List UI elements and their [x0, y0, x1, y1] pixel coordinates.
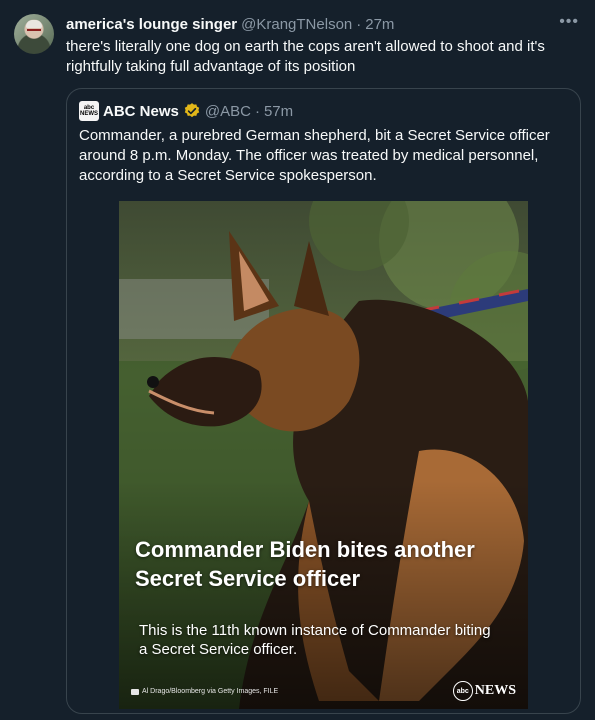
tweet-timestamp[interactable]: 27m: [365, 16, 394, 33]
user-handle[interactable]: @KrangTNelson: [241, 16, 352, 33]
quoted-tweet-header: abc NEWS ABC News @ABC · 57m: [79, 101, 293, 121]
abc-avatar-text-bottom: NEWS: [80, 111, 98, 117]
camera-icon: [131, 688, 139, 695]
tweet[interactable]: america's lounge singer @KrangTNelson · …: [0, 0, 595, 720]
avatar-hair: [26, 20, 42, 28]
abc-logo-text: NEWS: [474, 683, 516, 698]
photo-credit: Al Drago/Bloomberg via Getty Images, FIL…: [131, 688, 278, 695]
separator-dot: ·: [356, 15, 362, 33]
quoted-user-handle[interactable]: @ABC: [205, 103, 251, 120]
tweet-header: america's lounge singer @KrangTNelson · …: [66, 14, 394, 34]
avatar-glasses: [27, 29, 41, 33]
abc-logo-mark: abc: [452, 681, 473, 701]
more-horizontal-icon[interactable]: •••: [559, 14, 579, 30]
abc-news-avatar[interactable]: abc NEWS: [79, 101, 99, 121]
user-avatar[interactable]: [14, 14, 54, 54]
media-image[interactable]: Commander Biden bites another Secret Ser…: [119, 201, 528, 709]
display-name[interactable]: america's lounge singer: [66, 16, 237, 33]
quoted-timestamp[interactable]: 57m: [264, 103, 293, 120]
quoted-tweet-text: Commander, a purebred German shepherd, b…: [79, 127, 550, 184]
photo-credit-text: Al Drago/Bloomberg via Getty Images, FIL…: [142, 688, 279, 695]
image-subhead: This is the 11th known instance of Comma…: [139, 622, 491, 658]
image-headline: Commander Biden bites another Secret Ser…: [135, 537, 475, 591]
abc-news-logo: abc NEWS: [452, 681, 516, 701]
tweet-text: there's literally one dog on earth the c…: [66, 38, 545, 75]
gold-verified-badge-icon: [184, 103, 200, 118]
quoted-tweet[interactable]: abc NEWS ABC News @ABC · 57m Commander, …: [66, 88, 581, 714]
quoted-display-name[interactable]: ABC News: [103, 103, 179, 120]
quoted-separator-dot: ·: [254, 102, 260, 120]
